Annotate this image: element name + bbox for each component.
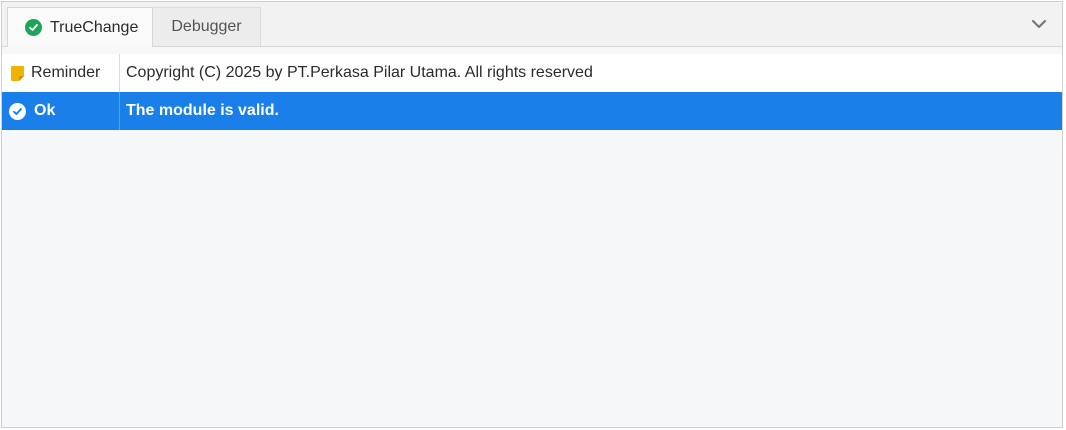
tab-debugger[interactable]: Debugger <box>153 7 261 46</box>
note-icon <box>9 64 25 82</box>
message-text: The module is valid. <box>126 102 279 119</box>
message-type-label: Ok <box>34 102 56 119</box>
messages-panel: TrueChange Debugger Reminder Copyright (… <box>1 1 1063 428</box>
tab-label: Debugger <box>171 18 242 35</box>
message-row[interactable]: Reminder Copyright (C) 2025 by PT.Perkas… <box>2 54 1062 92</box>
chevron-down-icon[interactable] <box>1030 15 1048 33</box>
tab-truechange[interactable]: TrueChange <box>7 7 153 47</box>
message-row-selected[interactable]: Ok The module is valid. <box>2 92 1062 130</box>
message-type-label: Reminder <box>31 64 101 81</box>
message-list: Reminder Copyright (C) 2025 by PT.Perkas… <box>2 54 1062 130</box>
message-type-cell: Reminder <box>2 54 120 92</box>
ok-check-icon <box>9 102 26 120</box>
check-circle-icon <box>25 19 42 36</box>
message-text: Copyright (C) 2025 by PT.Perkasa Pilar U… <box>126 64 593 81</box>
tab-bar: TrueChange Debugger <box>2 2 1062 47</box>
tab-label: TrueChange <box>50 18 139 36</box>
message-type-cell: Ok <box>2 92 120 130</box>
